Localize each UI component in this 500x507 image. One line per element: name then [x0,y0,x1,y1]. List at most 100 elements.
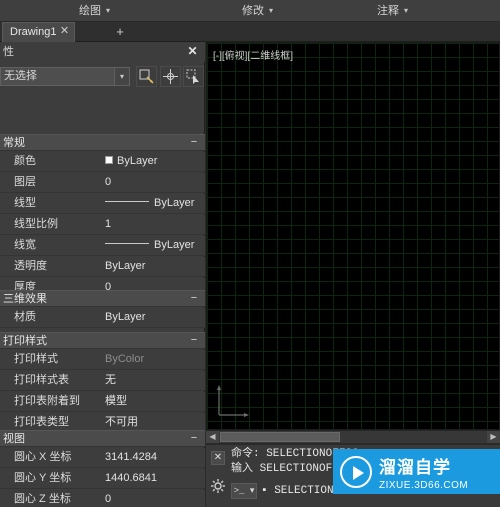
lineweight-sample-icon [105,242,149,244]
selection-row: 无选择 ▾ [0,64,205,90]
property-name: 颜色 [14,155,36,167]
document-tab-strip: Drawing1 ✕ + [0,22,500,42]
property-row-center-x[interactable]: 圆心 X 坐标 3141.4284 [0,448,205,468]
property-name: 圆心 X 坐标 [14,451,72,463]
watermark-subtitle: ZIXUE.3D66.COM [379,479,469,491]
quick-select-button[interactable] [136,66,157,87]
horizontal-scrollbar[interactable]: ◀ ▶ [206,430,500,443]
property-name: 打印样式表 [14,374,69,386]
property-value[interactable]: ByLayer [101,257,205,276]
autocad-window: 绘图 ▾ 修改 ▾ 注释 ▾ Drawing1 ✕ + 性 ✕ 无选择 ▾ 常规… [0,0,500,507]
property-row-center-z[interactable]: 圆心 Z 坐标 0 [0,490,205,507]
group-header-plot-style-label: 打印样式 [3,335,47,347]
selection-combo[interactable]: 无选择 ▾ [0,67,130,86]
collapse-icon[interactable]: − [189,135,199,151]
group-header-3d-visualization-label: 三维效果 [3,293,47,305]
group-header-general[interactable]: 常规 − [0,134,205,151]
command-prompt-icon[interactable]: >_ ▾ [231,483,257,499]
property-value[interactable]: 0 [101,490,205,507]
viewport-label[interactable]: [-][俯视][二维线框] [213,47,293,62]
close-icon[interactable]: ✕ [58,25,70,37]
tab-drawing1-label: Drawing1 [10,26,57,38]
crosshair-icon [163,69,178,84]
menu-item-annotate-label: 注释 [377,5,399,17]
group-header-3d-visualization[interactable]: 三维效果 − [0,290,205,307]
property-row-linetype-scale[interactable]: 线型比例 1 [0,215,205,235]
menu-bar: 绘图 ▾ 修改 ▾ 注释 ▾ [0,0,500,22]
property-name: 线宽 [14,239,36,251]
property-row-layer[interactable]: 图层 0 [0,173,205,193]
gear-icon[interactable] [210,478,226,494]
property-value-text: ByLayer [154,239,195,251]
scroll-left-icon[interactable]: ◀ [206,431,219,443]
chevron-down-icon: ▾ [404,6,409,16]
drawing-canvas[interactable]: [-][俯视][二维线框] [206,42,500,430]
property-value[interactable]: 1 [101,215,205,234]
chevron-down-icon: ▾ [114,68,129,85]
property-name: 透明度 [14,260,47,272]
property-row-plot-style[interactable]: 打印样式 ByColor [0,350,205,370]
selection-combo-value: 无选择 [4,70,37,82]
property-row-lineweight[interactable]: 线宽 ByLayer [0,236,205,256]
property-value: ByColor [101,350,205,369]
property-value[interactable]: 3141.4284 [101,448,205,467]
close-icon[interactable]: ✕ [211,451,225,465]
property-name: 圆心 Z 坐标 [14,493,71,505]
group-header-general-label: 常规 [3,137,25,149]
property-value[interactable]: 0 [101,173,205,192]
chevron-down-icon: ▾ [269,6,274,16]
property-name: 线型 [14,197,36,209]
property-name: 图层 [14,176,36,188]
property-row-color[interactable]: 颜色 ByLayer [0,152,205,172]
property-value[interactable]: ByLayer [101,236,205,255]
canvas-grid [207,43,499,429]
select-objects-button[interactable] [183,66,204,87]
property-value-text: ByLayer [117,155,158,167]
property-row-linetype[interactable]: 线型 ByLayer [0,194,205,214]
quick-select-icon [139,69,154,84]
property-value[interactable]: ByLayer [101,308,205,327]
collapse-icon[interactable]: − [189,291,199,307]
property-name: 圆心 Y 坐标 [14,472,72,484]
group-header-plot-style[interactable]: 打印样式 − [0,332,205,349]
play-icon [340,455,372,488]
property-name: 打印样式 [14,353,58,365]
property-value[interactable]: ByLayer [101,194,205,213]
property-row-material[interactable]: 材质 ByLayer [0,308,205,328]
chevron-down-icon: ▾ [106,6,111,16]
property-row-transparency[interactable]: 透明度 ByLayer [0,257,205,277]
property-name: 打印表附着到 [14,395,80,407]
property-name: 线型比例 [14,218,58,230]
properties-palette: 性 ✕ 无选择 ▾ 常规 − 颜色 ByLayer 图层 0 线型 ByLaye… [0,42,205,507]
new-tab-button[interactable]: + [108,23,132,41]
menu-item-draw[interactable]: 绘图 ▾ [75,2,114,20]
property-value[interactable]: 模型 [101,392,205,411]
property-name: 材质 [14,311,36,323]
scroll-right-icon[interactable]: ▶ [487,431,500,443]
property-row-center-y[interactable]: 圆心 Y 坐标 1440.6841 [0,469,205,489]
palette-title: 性 [0,42,205,62]
linetype-sample-icon [105,200,149,202]
property-value-text: ByLayer [154,197,195,209]
group-header-view-label: 视图 [3,433,25,445]
collapse-icon[interactable]: − [189,431,199,447]
property-row-plot-table-attached-to[interactable]: 打印表附着到 模型 [0,392,205,412]
command-line-sidebar: ✕ [206,445,230,507]
collapse-icon[interactable]: − [189,333,199,349]
scrollbar-thumb[interactable] [220,432,340,442]
property-row-plot-style-table[interactable]: 打印样式表 无 [0,371,205,391]
close-icon[interactable]: ✕ [186,45,199,58]
property-value[interactable]: 无 [101,371,205,390]
menu-item-annotate[interactable]: 注释 ▾ [373,2,412,20]
select-objects-icon [186,69,199,84]
pick-point-button[interactable] [160,66,181,87]
property-value[interactable]: ByLayer [101,152,205,171]
menu-item-modify[interactable]: 修改 ▾ [238,2,277,20]
tab-drawing1[interactable]: Drawing1 ✕ [2,22,76,42]
group-header-view[interactable]: 视图 − [0,430,205,447]
watermark-overlay: 溜溜自学 ZIXUE.3D66.COM [333,449,500,494]
menu-item-modify-label: 修改 [242,5,264,17]
ucs-icon [217,385,249,417]
watermark-title: 溜溜自学 [379,457,451,477]
property-value[interactable]: 1440.6841 [101,469,205,488]
